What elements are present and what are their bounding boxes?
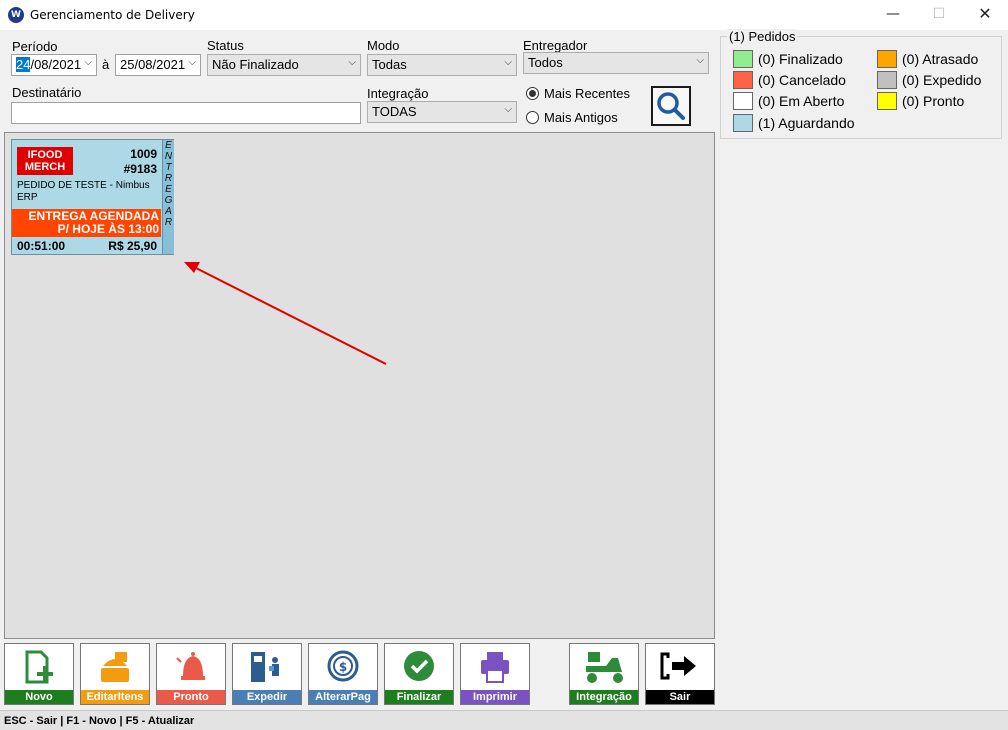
finalizar-label: Finalizar (385, 690, 453, 704)
annotation-arrow (184, 262, 387, 365)
status-bar: ESC - Sair | F1 - Novo | F5 - Atualizar (0, 710, 1008, 730)
alterar-pag-label: AlterarPag (309, 690, 377, 704)
integracao-label: Integração (570, 690, 638, 704)
expedir-label: Expedir (233, 690, 301, 704)
finalize-check-icon (404, 651, 434, 681)
svg-text:$: $ (339, 660, 347, 674)
new-document-icon (25, 650, 53, 684)
imprimir-label: Imprimir (461, 690, 529, 704)
printer-icon (481, 652, 509, 683)
novo-button[interactable]: Novo (4, 643, 74, 705)
alterar-pag-button[interactable]: $ AlterarPag (308, 643, 378, 705)
finalizar-button[interactable]: Finalizar (384, 643, 454, 705)
novo-label: Novo (5, 690, 73, 704)
pronto-button[interactable]: Pronto (156, 643, 226, 705)
sair-button[interactable]: Sair (645, 643, 715, 705)
delivery-scooter-icon (586, 652, 623, 683)
exit-icon (660, 652, 696, 680)
pronto-label: Pronto (157, 690, 225, 704)
imprimir-button[interactable]: Imprimir (460, 643, 530, 705)
change-payment-icon: $ (327, 650, 359, 682)
editar-itens-button[interactable]: EditarItens (80, 643, 150, 705)
integracao-button[interactable]: Integração (569, 643, 639, 705)
dispatch-icon (251, 652, 279, 682)
expedir-button[interactable]: Expedir (232, 643, 302, 705)
editar-itens-label: EditarItens (81, 690, 149, 704)
ready-bell-icon (176, 652, 205, 680)
edit-items-icon (101, 652, 129, 682)
sair-label: Sair (646, 690, 714, 704)
